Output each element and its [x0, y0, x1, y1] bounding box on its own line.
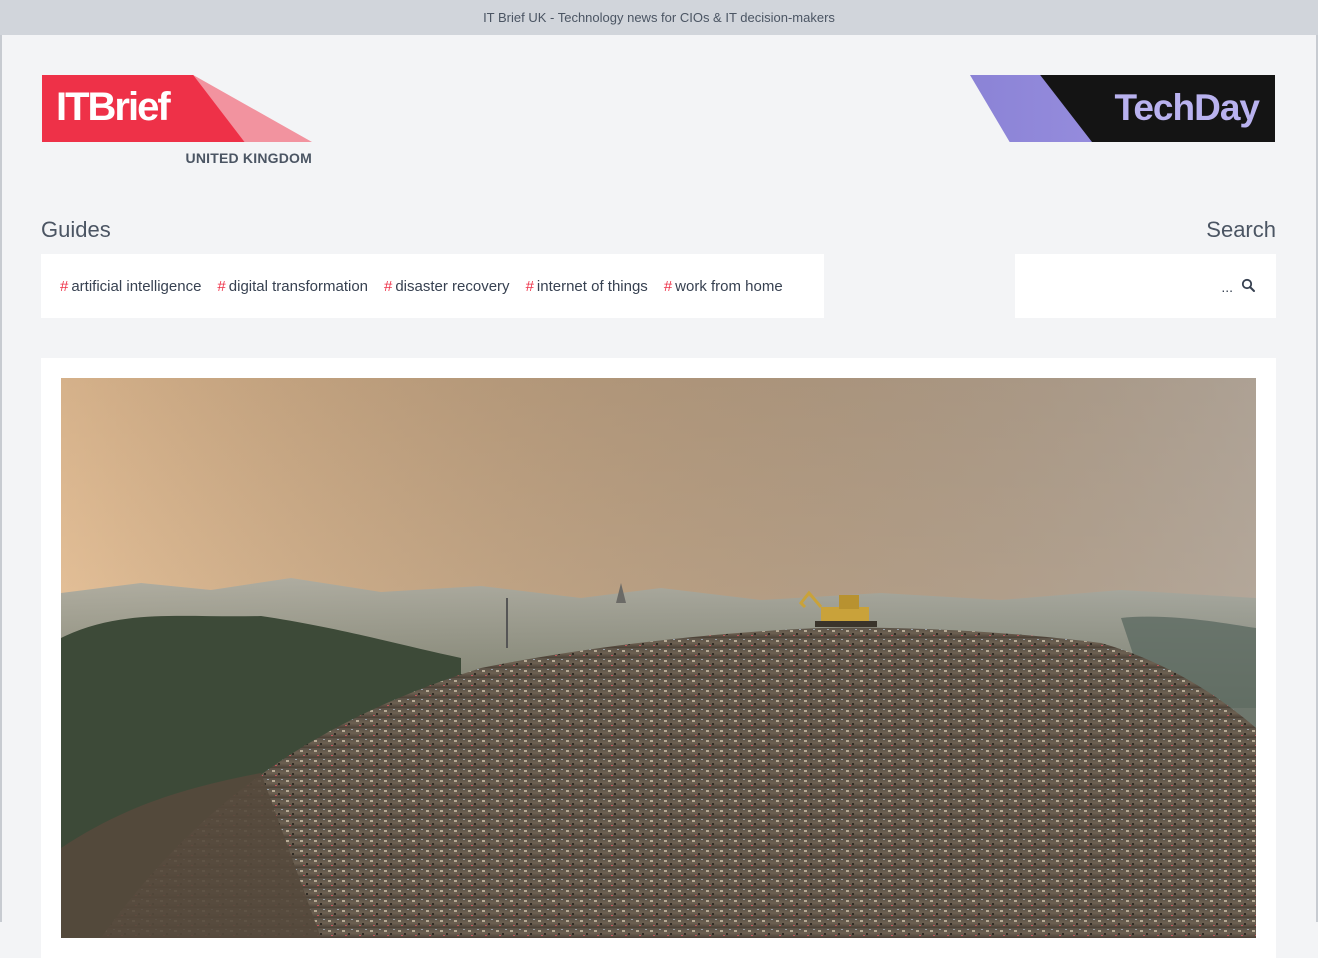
guide-link-label: disaster recovery [395, 277, 510, 295]
hash-icon: # [217, 277, 226, 295]
search-icon[interactable] [1237, 274, 1261, 298]
window-border-left [0, 35, 2, 922]
itbrief-logo[interactable]: ITBrief UNITED KINGDOM [42, 75, 312, 170]
guide-link-digital-transformation[interactable]: # digital transformation [217, 278, 368, 295]
featured-article-card[interactable] [41, 358, 1276, 958]
search-box [1015, 254, 1276, 318]
guide-link-label: internet of things [536, 277, 648, 295]
hash-icon: # [663, 277, 673, 295]
guide-link-label: artificial intelligence [71, 277, 202, 295]
guide-link-label: work from home [675, 277, 783, 295]
window-titlebar: IT Brief UK - Technology news for CIOs &… [0, 0, 1318, 35]
techday-brand-text: TechDay [1114, 87, 1260, 128]
guide-link-work-from-home[interactable]: # work from home [664, 278, 783, 295]
featured-article-image[interactable] [61, 378, 1256, 938]
guides-list: # artificial intelligence # digital transf… [41, 254, 824, 318]
hash-icon: # [60, 277, 69, 295]
search-heading: Search [1206, 217, 1276, 242]
search-input[interactable] [1025, 272, 1235, 302]
guide-link-disaster-recovery[interactable]: # disaster recovery [384, 278, 510, 295]
hash-icon: # [525, 277, 534, 295]
window-title: IT Brief UK - Technology news for CIOs &… [483, 10, 835, 25]
guide-link-internet-of-things[interactable]: # internet of things [526, 278, 648, 295]
hash-icon: # [384, 277, 393, 295]
guides-heading: Guides [41, 217, 111, 242]
guide-link-label: digital transformation [228, 277, 368, 295]
logo-region-text: UNITED KINGDOM [185, 150, 312, 166]
techday-logo[interactable]: TechDay [970, 75, 1275, 142]
guide-link-artificial-intelligence[interactable]: # artificial intelligence [60, 278, 201, 295]
logo-brand-text: ITBrief [56, 85, 171, 129]
